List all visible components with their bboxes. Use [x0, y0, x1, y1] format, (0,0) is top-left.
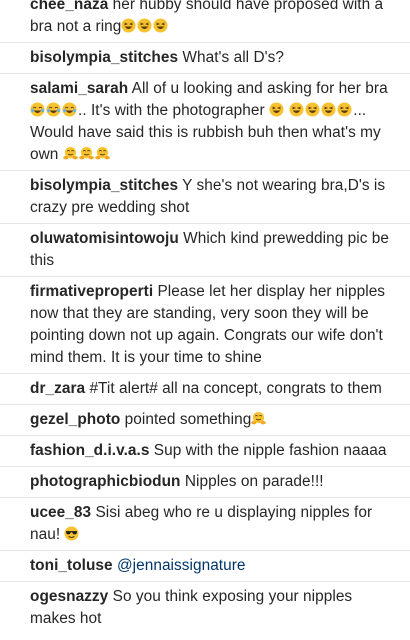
comment-divider: [0, 466, 410, 467]
comment-item: bisolympia_stitches What's all D's?: [0, 47, 410, 69]
comment-item: firmativeproperti Please let her display…: [0, 281, 410, 369]
comment-username[interactable]: bisolympia_stitches: [30, 49, 178, 66]
comment-text: What's all D's?: [182, 49, 284, 66]
comment-username[interactable]: firmativeproperti: [30, 283, 153, 300]
comment-item: ucee_83 Sisi abeg who re u displaying ni…: [0, 502, 410, 546]
tears-of-joy-icon: [62, 102, 77, 117]
mention-link[interactable]: @jennaissignature: [117, 557, 246, 574]
squint-laughing-icon: [337, 102, 352, 117]
squint-laughing-icon: [137, 18, 152, 33]
squint-laughing-icon: [321, 102, 336, 117]
comment-username[interactable]: dr_zara: [30, 380, 85, 397]
tears-of-joy-icon: [46, 102, 61, 117]
comment-item: fashion_d.i.v.a.s Sup with the nipple fa…: [0, 440, 410, 462]
hugging-face-icon: [62, 146, 78, 161]
squint-laughing-icon: [153, 18, 168, 33]
comment-item: photographicbiodun Nipples on parade!!!: [0, 471, 410, 493]
comment-divider: [0, 170, 410, 171]
comment-text: pointed something: [124, 411, 252, 428]
comment-divider: [0, 276, 410, 277]
hugging-face-icon: [251, 411, 267, 426]
tears-of-joy-icon: [30, 102, 45, 117]
comment-text: Sup with the nipple fashion naaaa: [153, 442, 387, 459]
comment-text: .. It's with the photographer: [78, 102, 269, 119]
comment-item: ogesnazzy So you think exposing your nip…: [0, 586, 410, 630]
comment-item: oluwatomisintowoju Which kind prewedding…: [0, 228, 410, 272]
comment-username[interactable]: ogesnazzy: [30, 588, 108, 605]
comment-text: All of u looking and asking for her bra: [131, 80, 388, 97]
squint-laughing-icon: [305, 102, 320, 117]
comment-divider: [0, 497, 410, 498]
squint-laughing-icon: [289, 102, 304, 117]
comment-divider: [0, 373, 410, 374]
comment-divider: [0, 404, 410, 405]
comment-item: gezel_photo pointed something: [0, 409, 410, 431]
comment-item: toni_toluse @jennaissignature: [0, 555, 410, 577]
squint-laughing-icon: [121, 18, 136, 33]
hugging-face-icon: [78, 146, 94, 161]
comment-item: dr_zara #Tit alert# all na concept, cong…: [0, 378, 410, 400]
comment-divider: [0, 550, 410, 551]
comment-divider: [0, 42, 410, 43]
comment-divider: [0, 223, 410, 224]
comment-item: bisolympia_stitches Y she's not wearing …: [0, 175, 410, 219]
comment-item: salami_sarah All of u looking and asking…: [0, 78, 410, 166]
comment-username[interactable]: bisolympia_stitches: [30, 177, 178, 194]
comment-text: #Tit alert# all na concept, congrats to …: [89, 380, 382, 397]
comment-username[interactable]: oluwatomisintowoju: [30, 230, 179, 247]
comment-item: chee_naza her hubby should have proposed…: [0, 0, 410, 38]
comments-list: chee_naza her hubby should have proposed…: [0, 0, 410, 630]
comment-username[interactable]: salami_sarah: [30, 80, 128, 97]
comment-divider: [0, 73, 410, 74]
comment-username[interactable]: fashion_d.i.v.a.s: [30, 442, 149, 459]
cool-sunglasses-icon: [64, 526, 80, 541]
comment-username[interactable]: toni_toluse: [30, 557, 113, 574]
comment-divider: [0, 581, 410, 582]
comment-divider: [0, 435, 410, 436]
comment-username[interactable]: ucee_83: [30, 504, 91, 521]
hugging-face-icon: [94, 146, 110, 161]
comment-username[interactable]: gezel_photo: [30, 411, 120, 428]
squint-laughing-icon: [269, 102, 284, 117]
comment-username[interactable]: chee_naza: [30, 0, 108, 13]
comment-text: Nipples on parade!!!: [184, 473, 324, 490]
comment-username[interactable]: photographicbiodun: [30, 473, 181, 490]
